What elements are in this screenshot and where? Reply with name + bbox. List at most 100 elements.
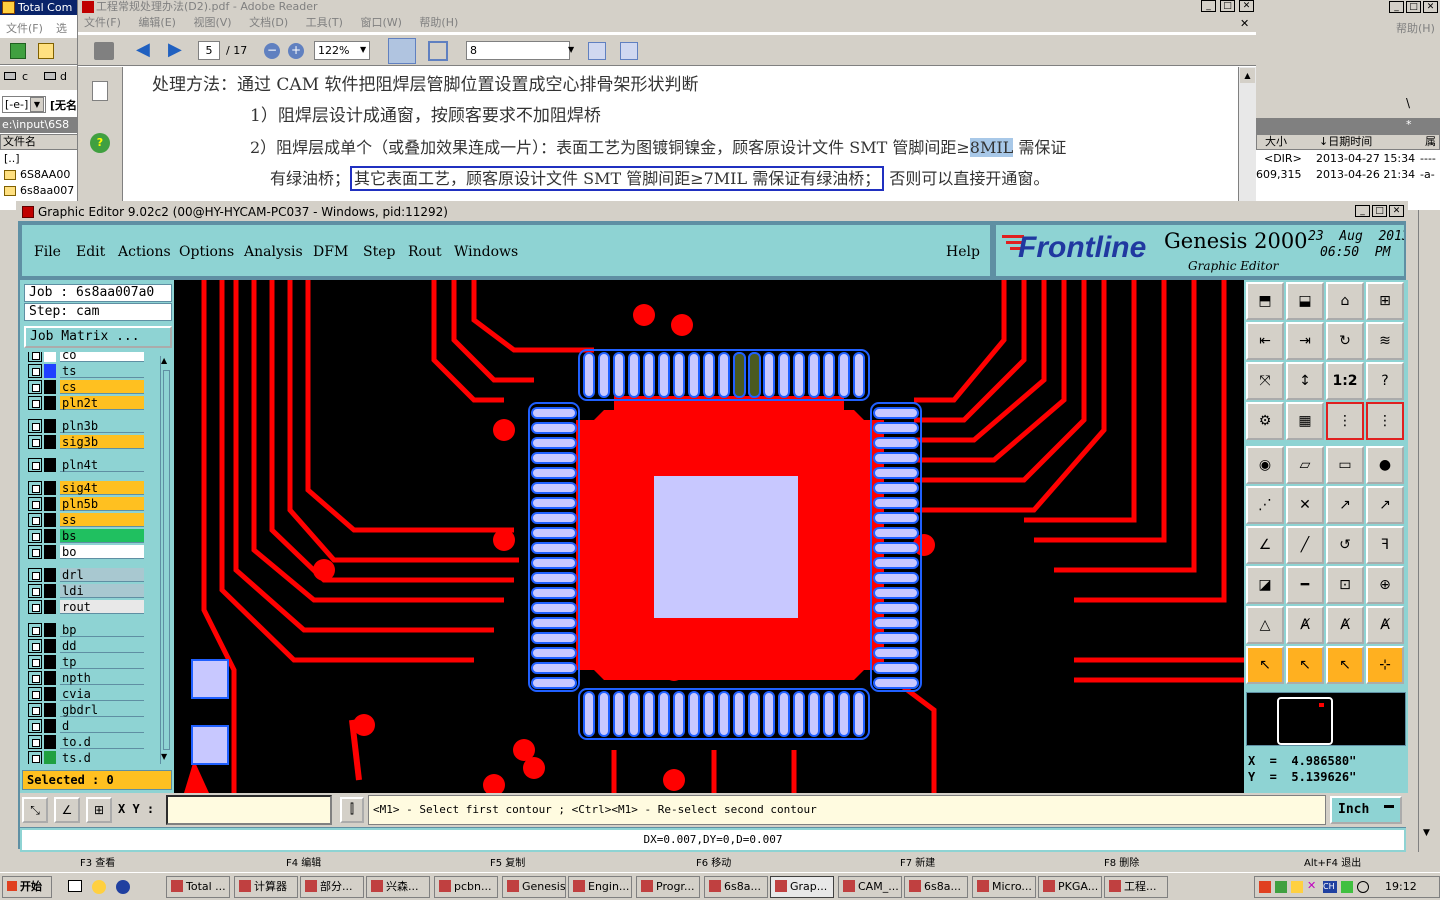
- layer-checkbox[interactable]: [28, 380, 42, 394]
- taskbar-item[interactable]: 计算器: [234, 876, 298, 898]
- scroll-thumb[interactable]: [163, 370, 170, 750]
- group-icon[interactable]: ⊕: [1366, 566, 1404, 604]
- start-button[interactable]: 开始: [2, 876, 52, 898]
- col-size[interactable]: 大小: [1265, 135, 1287, 149]
- layer-checkbox[interactable]: [28, 568, 42, 582]
- col-date[interactable]: ↓日期时间: [1319, 135, 1372, 149]
- a-icon[interactable]: Ⱥ: [1286, 606, 1324, 644]
- layer-checkbox[interactable]: [28, 655, 42, 669]
- close-icon[interactable]: ✕: [1389, 205, 1404, 217]
- menu-analysis[interactable]: Analysis: [244, 244, 303, 260]
- drive-d[interactable]: d: [60, 70, 67, 83]
- pencil-icon[interactable]: ▱: [1286, 446, 1324, 484]
- minimize-icon[interactable]: _: [1389, 1, 1404, 13]
- flip-icon[interactable]: ↻: [1326, 322, 1364, 360]
- angle-icon[interactable]: ∠: [1246, 526, 1284, 564]
- taskbar-item[interactable]: 6s8a...: [904, 876, 968, 898]
- ruler-icon[interactable]: ▭: [1326, 446, 1364, 484]
- select-rotate-icon[interactable]: ↖: [1326, 646, 1364, 684]
- scroll-up-icon[interactable]: ▲: [161, 356, 167, 365]
- layer-row[interactable]: sig4t: [28, 481, 148, 495]
- pcb-canvas[interactable]: [174, 280, 1244, 793]
- reader-menu-window[interactable]: 窗口(W): [360, 16, 401, 29]
- add-point-icon[interactable]: ↗: [1326, 486, 1364, 524]
- tray-icon[interactable]: ✕: [1307, 879, 1316, 892]
- triangle-icon[interactable]: △: [1246, 606, 1284, 644]
- print-icon[interactable]: [94, 42, 114, 60]
- settings-icon[interactable]: ⚙: [1246, 402, 1284, 440]
- select-icon[interactable]: ↖: [1246, 646, 1284, 684]
- layer-row[interactable]: rout: [28, 600, 148, 614]
- chevron-down-icon[interactable]: ▼: [568, 45, 574, 54]
- tray-icon[interactable]: [1341, 881, 1353, 893]
- layer-row[interactable]: ts: [28, 364, 148, 378]
- layer-row[interactable]: bs: [28, 529, 148, 543]
- layer-checkbox[interactable]: [28, 600, 42, 614]
- layer-checkbox[interactable]: [28, 419, 42, 433]
- home-icon[interactable]: ⬒: [1246, 282, 1284, 320]
- layer-checkbox[interactable]: [28, 458, 42, 472]
- layer-checkbox[interactable]: [28, 735, 42, 749]
- arc-icon[interactable]: ↺: [1326, 526, 1364, 564]
- pages-icon[interactable]: [92, 81, 108, 101]
- info-icon[interactable]: ⫿: [340, 797, 364, 823]
- layer-checkbox[interactable]: [28, 671, 42, 685]
- layer-scrollbar[interactable]: ▲ ▼: [160, 356, 172, 764]
- layer-checkbox[interactable]: [28, 639, 42, 653]
- menu-edit[interactable]: Edit: [76, 244, 105, 260]
- layer-row[interactable]: tp: [28, 655, 148, 669]
- tray-icon[interactable]: [1291, 881, 1303, 893]
- file-row-up[interactable]: [..]: [4, 152, 20, 165]
- layer-checkbox[interactable]: [28, 497, 42, 511]
- help-icon[interactable]: ?: [1366, 362, 1404, 400]
- a-arc-icon[interactable]: Ⱥ: [1366, 606, 1404, 644]
- find-input[interactable]: 8: [466, 41, 570, 60]
- fkey-move[interactable]: F6 移动: [696, 854, 731, 869]
- menu-help[interactable]: 帮助(H): [1396, 20, 1435, 36]
- zoom-ratio-icon[interactable]: 1:2: [1326, 362, 1364, 400]
- reader-menu-view[interactable]: 视图(V): [193, 16, 231, 29]
- menu-help[interactable]: Help: [946, 244, 980, 260]
- taskbar-item[interactable]: PKGA...: [1038, 876, 1102, 898]
- layer-row[interactable]: ts.d: [28, 751, 148, 764]
- scroll-down-icon[interactable]: ▼: [161, 752, 167, 761]
- pad-icon[interactable]: ●: [1366, 446, 1404, 484]
- menu-step[interactable]: Step: [363, 244, 395, 260]
- layer-row[interactable]: d: [28, 719, 148, 733]
- tray-icon[interactable]: [1275, 881, 1287, 893]
- select-move-icon[interactable]: ⊹: [1366, 646, 1404, 684]
- tc-column-name[interactable]: 文件名: [0, 134, 77, 150]
- close-icon[interactable]: ✕: [1239, 0, 1254, 12]
- taskbar-item[interactable]: Genesis: [502, 876, 566, 898]
- connect-icon[interactable]: ⋰: [1246, 486, 1284, 524]
- fkey-delete[interactable]: F8 删除: [1104, 854, 1139, 869]
- mini-map[interactable]: [1246, 692, 1406, 746]
- layer-row[interactable]: ss: [28, 513, 148, 527]
- scroll-up-icon[interactable]: ▲: [1240, 68, 1255, 83]
- snap-left-icon[interactable]: ⋮: [1326, 402, 1364, 440]
- quicklaunch-icon[interactable]: [92, 880, 106, 894]
- minimize-icon[interactable]: _: [1355, 205, 1370, 217]
- cross-icon[interactable]: ✕: [1286, 486, 1324, 524]
- scroll-icon[interactable]: ≋: [1366, 322, 1404, 360]
- taskbar-item[interactable]: Grap...: [770, 876, 834, 898]
- scroll-down-icon[interactable]: ▼: [1423, 828, 1430, 838]
- move-point-icon[interactable]: ↗: [1366, 486, 1404, 524]
- taskbar-item[interactable]: 工程...: [1104, 876, 1168, 898]
- layer-row[interactable]: pln3b: [28, 419, 148, 433]
- desktop-icon[interactable]: [68, 880, 82, 892]
- xy-input[interactable]: [166, 795, 332, 825]
- layer-checkbox[interactable]: [28, 703, 42, 717]
- units-select[interactable]: Inch: [1330, 796, 1402, 824]
- angle-icon[interactable]: ∠: [54, 797, 80, 823]
- menu-actions[interactable]: Actions: [118, 244, 171, 260]
- menu-options[interactable]: Options: [179, 244, 234, 260]
- layer-checkbox[interactable]: [28, 364, 42, 378]
- taskbar-item[interactable]: CAM_...: [838, 876, 902, 898]
- maximize-icon[interactable]: □: [1220, 0, 1235, 12]
- fit-page-icon[interactable]: [428, 41, 448, 61]
- refresh-icon[interactable]: [10, 43, 26, 59]
- backslash-icon[interactable]: \: [1406, 96, 1410, 110]
- language-icon[interactable]: CH: [1323, 881, 1337, 893]
- layer-checkbox[interactable]: [28, 687, 42, 701]
